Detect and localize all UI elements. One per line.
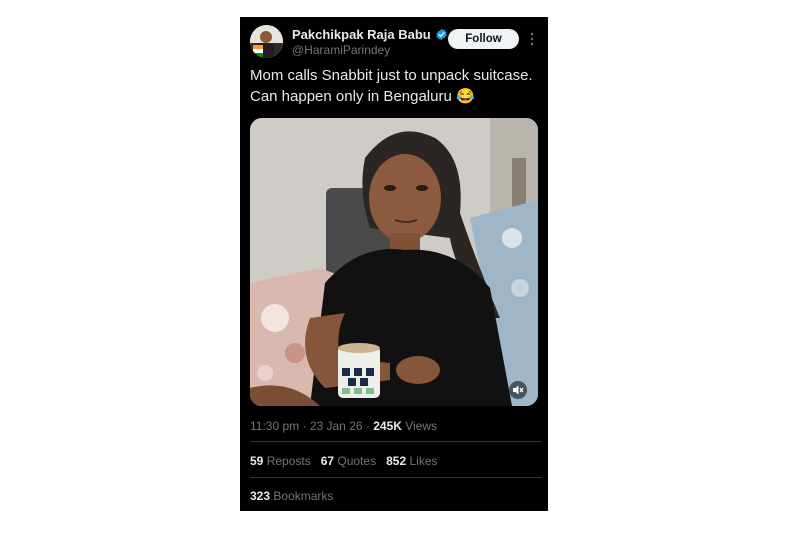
video-frame xyxy=(250,118,538,406)
divider xyxy=(250,441,542,442)
tweet-text-line-2-text: Can happen only in Bengaluru xyxy=(250,88,452,105)
bookmarks-label: Bookmarks xyxy=(270,489,334,503)
likes-stat[interactable]: 852 Likes xyxy=(386,454,437,468)
follow-button[interactable]: Follow xyxy=(448,29,519,49)
likes-count: 852 xyxy=(386,454,407,468)
avatar-image xyxy=(250,25,283,58)
tweet-meta: 11:30 pm · 23 Jan 26 · 245K Views xyxy=(250,419,437,433)
reposts-label: Reposts xyxy=(263,454,311,468)
speaker-muted-icon xyxy=(513,385,524,395)
tweet-text-line-1: Mom calls Snabbit just to unpack suitcas… xyxy=(250,67,533,84)
divider xyxy=(250,477,542,478)
author-display-name[interactable]: Pakchikpak Raja Babu xyxy=(292,27,431,42)
likes-label: Likes xyxy=(406,454,438,468)
bookmarks-stat[interactable]: 323 Bookmarks xyxy=(250,489,333,503)
laughing-emoji: 😂 xyxy=(456,88,475,105)
tweet-text-line-2: Can happen only in Bengaluru 😂 xyxy=(250,86,542,107)
tweet-card: Pakchikpak Raja Babu @HaramiParindey Fol… xyxy=(240,17,548,511)
mute-button[interactable] xyxy=(509,381,527,399)
quotes-count: 67 xyxy=(320,454,335,468)
verified-badge-icon xyxy=(436,28,447,41)
engagement-stats: 59 Reposts 67 Quotes 852 Likes xyxy=(250,454,438,468)
avatar[interactable] xyxy=(250,25,283,58)
views-count: 245K xyxy=(373,419,402,433)
reposts-count: 59 xyxy=(250,454,264,468)
views-label: Views xyxy=(401,419,438,433)
reposts-stat[interactable]: 59 Reposts xyxy=(250,454,311,468)
meta-separator: · xyxy=(299,419,310,433)
quotes-stat[interactable]: 67 Quotes xyxy=(321,454,376,468)
author-handle[interactable]: @HaramiParindey xyxy=(292,43,390,57)
tweet-text: Mom calls Snabbit just to unpack suitcas… xyxy=(250,65,542,107)
bookmarks-count: 323 xyxy=(250,489,271,503)
quotes-label: Quotes xyxy=(334,454,377,468)
tweet-time[interactable]: 11:30 pm xyxy=(250,419,299,433)
more-options-icon[interactable] xyxy=(527,31,537,47)
meta-separator: · xyxy=(362,419,374,433)
tweet-video[interactable] xyxy=(250,118,538,406)
tweet-date[interactable]: 23 Jan 26 xyxy=(310,419,363,433)
author-name-row: Pakchikpak Raja Babu xyxy=(292,27,448,42)
